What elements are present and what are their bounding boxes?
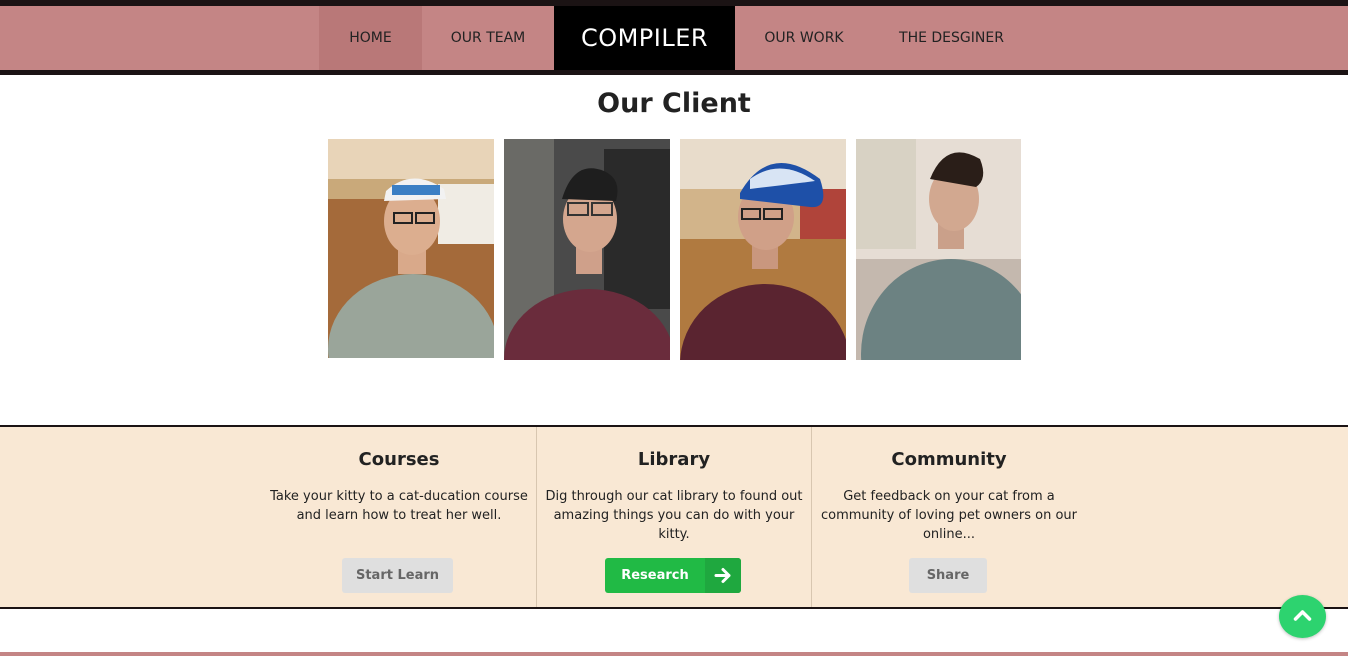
- research-button[interactable]: Research: [605, 558, 741, 593]
- nav-bottom-border: [0, 70, 1348, 75]
- research-button-label: Research: [621, 568, 689, 583]
- nav-our-team[interactable]: OUR TEAM: [422, 6, 554, 70]
- start-learn-button[interactable]: Start Learn: [342, 558, 453, 593]
- brand-logo[interactable]: COMPILER: [554, 6, 735, 70]
- nav-the-designer[interactable]: THE DESGINER: [873, 6, 1030, 70]
- feature-description: Dig through our cat library to found out…: [545, 489, 803, 542]
- arrow-right-icon: [705, 558, 741, 593]
- feature-title: Library: [637, 449, 711, 470]
- feature-description: Take your kitty to a cat-ducation course…: [270, 489, 528, 523]
- client-photo-1: [328, 139, 494, 358]
- nav-home[interactable]: HOME: [319, 6, 422, 70]
- client-photo-4: [856, 139, 1022, 360]
- feature-divider: [811, 427, 812, 607]
- feature-title: Courses: [358, 449, 440, 470]
- client-photo-2: [504, 139, 670, 360]
- feature-title: Community: [891, 449, 1007, 470]
- main-nav: HOME OUR TEAM COMPILER OUR WORK THE DESG…: [0, 6, 1348, 70]
- footer-border: [0, 652, 1348, 656]
- client-photo-3: [680, 139, 846, 360]
- share-button[interactable]: Share: [909, 558, 987, 593]
- scroll-to-top-button[interactable]: [1279, 595, 1326, 638]
- nav-our-work[interactable]: OUR WORK: [735, 6, 873, 70]
- feature-description: Get feedback on your cat from a communit…: [820, 489, 1077, 542]
- features-section: Courses Take your kitty to a cat-ducatio…: [0, 425, 1348, 609]
- chevron-up-icon: [1293, 610, 1312, 621]
- feature-divider: [536, 427, 537, 607]
- client-section-title: Our Client: [597, 88, 751, 119]
